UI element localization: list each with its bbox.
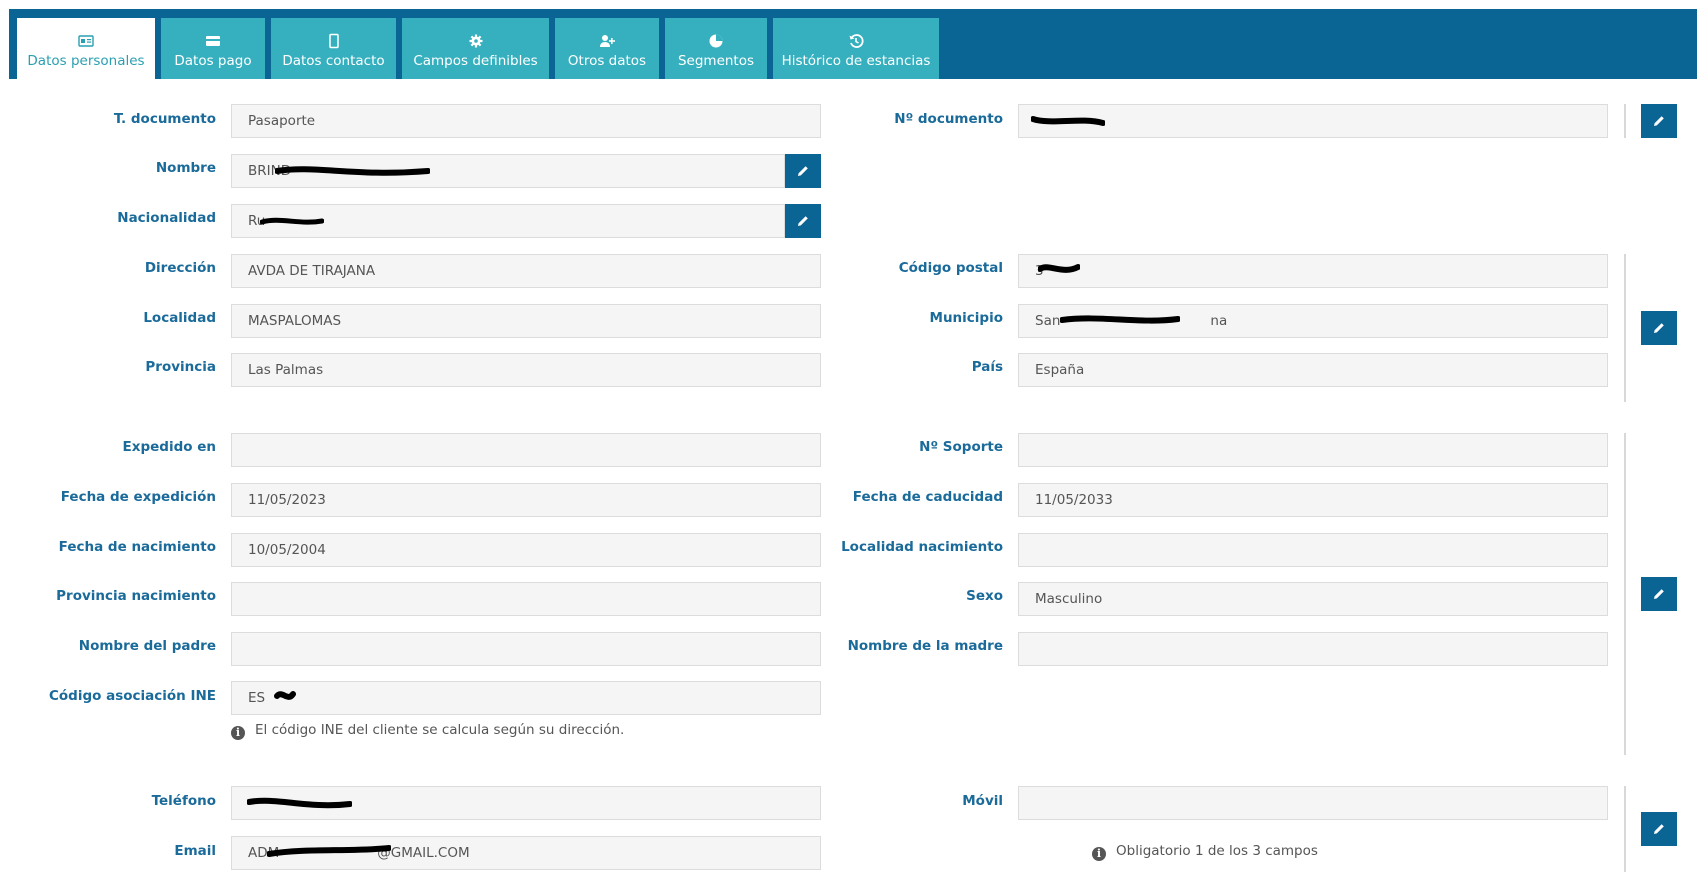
tab-label: Campos definibles — [413, 53, 538, 69]
label-nombre-padre: Nombre del padre — [78, 638, 216, 654]
tab-datos-contacto[interactable]: Datos contacto — [271, 18, 396, 79]
label-localidad-nacimiento: Localidad nacimiento — [841, 539, 1003, 555]
tab-otros-datos[interactable]: Otros datos — [555, 18, 659, 79]
label-nombre: Nombre — [155, 160, 216, 176]
field-localidad[interactable]: MASPALOMAS — [231, 304, 821, 338]
edit-datos-documento-button[interactable] — [1641, 577, 1677, 611]
pencil-icon — [1654, 589, 1664, 599]
edit-documento-button[interactable] — [1641, 104, 1677, 138]
label-municipio: Municipio — [929, 310, 1003, 326]
label-fecha-expedicion: Fecha de expedición — [60, 489, 216, 505]
redaction-mark — [247, 797, 352, 809]
edit-nacionalidad-button[interactable] — [785, 204, 821, 238]
edit-direccion-button[interactable] — [1641, 311, 1677, 345]
tab-label: Otros datos — [567, 53, 647, 69]
label-t-documento: T. documento — [113, 111, 216, 127]
label-telefono: Teléfono — [151, 793, 216, 809]
mobile-icon — [328, 33, 339, 49]
field-t-documento[interactable]: Pasaporte — [231, 104, 821, 138]
field-n-documento[interactable] — [1018, 104, 1608, 138]
field-expedido-en[interactable] — [231, 433, 821, 467]
label-nacionalidad: Nacionalidad — [117, 210, 216, 226]
label-expedido-en: Expedido en — [122, 439, 216, 455]
label-fecha-caducidad: Fecha de caducidad — [852, 489, 1003, 505]
field-sexo[interactable]: Masculino — [1018, 582, 1608, 616]
field-codigo-ine[interactable]: ES — [231, 681, 821, 715]
pencil-icon — [798, 166, 808, 176]
field-pais[interactable]: España — [1018, 353, 1608, 387]
pencil-icon — [1654, 323, 1664, 333]
obligatorio-note: i Obligatorio 1 de los 3 campos — [1092, 843, 1318, 861]
redaction-mark — [274, 691, 296, 700]
tab-label: Histórico de estancias — [781, 53, 931, 69]
label-nombre-madre: Nombre de la madre — [847, 638, 1003, 654]
field-direccion[interactable]: AVDA DE TIRAJANA — [231, 254, 821, 288]
label-fecha-nacimiento: Fecha de nacimiento — [58, 539, 216, 555]
section-divider — [1624, 104, 1626, 138]
section-divider — [1624, 433, 1626, 755]
tab-segmentos[interactable]: Segmentos — [665, 18, 767, 79]
section-divider — [1624, 254, 1626, 402]
tab-datos-pago[interactable]: Datos pago — [161, 18, 265, 79]
obligatorio-note-text: Obligatorio 1 de los 3 campos — [1116, 843, 1318, 859]
ine-note-text: El código INE del cliente se calcula seg… — [255, 722, 625, 738]
field-fecha-expedicion[interactable]: 11/05/2023 — [231, 483, 821, 517]
tab-historico-estancias[interactable]: Histórico de estancias — [773, 18, 939, 79]
redaction-mark — [1038, 264, 1080, 273]
label-n-soporte: Nº Soporte — [919, 439, 1003, 455]
label-email: Email — [174, 843, 216, 859]
pencil-icon — [1654, 824, 1664, 834]
label-codigo-ine: Código asociación INE — [48, 688, 216, 704]
field-codigo-postal[interactable]: 3 — [1018, 254, 1608, 288]
label-provincia-nacimiento: Provincia nacimiento — [56, 588, 216, 604]
field-provincia[interactable]: Las Palmas — [231, 353, 821, 387]
pie-chart-icon — [709, 34, 723, 48]
tab-label: Datos personales — [27, 53, 145, 69]
section-divider — [1624, 786, 1626, 872]
redaction-mark — [267, 845, 391, 857]
field-nombre-madre[interactable] — [1018, 632, 1608, 666]
credit-card-icon — [206, 36, 220, 46]
label-pais: País — [971, 359, 1003, 375]
municipio-value-start: San — [1035, 313, 1061, 329]
pencil-icon — [1654, 116, 1664, 126]
field-provincia-nacimiento[interactable] — [231, 582, 821, 616]
tab-label: Datos contacto — [282, 53, 385, 69]
redaction-mark — [1060, 315, 1180, 324]
label-n-documento: Nº documento — [894, 111, 1003, 127]
id-card-icon — [78, 35, 94, 47]
redaction-mark — [1031, 116, 1105, 126]
field-n-soporte[interactable] — [1018, 433, 1608, 467]
tab-datos-personales[interactable]: Datos personales — [17, 18, 155, 80]
history-icon — [849, 34, 864, 48]
edit-nombre-button[interactable] — [785, 154, 821, 188]
label-sexo: Sexo — [966, 588, 1003, 604]
label-provincia: Provincia — [145, 359, 216, 375]
label-direccion: Dirección — [144, 260, 216, 276]
field-movil[interactable] — [1018, 786, 1608, 820]
info-icon: i — [231, 726, 245, 740]
field-nombre-padre[interactable] — [231, 632, 821, 666]
field-fecha-caducidad[interactable]: 11/05/2033 — [1018, 483, 1608, 517]
gear-icon — [469, 34, 482, 48]
email-value-end: @GMAIL.COM — [377, 845, 470, 861]
tab-campos-definibles[interactable]: Campos definibles — [402, 18, 549, 79]
pencil-icon — [798, 216, 808, 226]
edit-contacto-button[interactable] — [1641, 812, 1677, 846]
label-localidad: Localidad — [143, 310, 216, 326]
label-movil: Móvil — [962, 793, 1003, 809]
info-icon: i — [1092, 847, 1106, 861]
field-localidad-nacimiento[interactable] — [1018, 533, 1608, 567]
tab-label: Datos pago — [174, 53, 252, 69]
ine-note: i El código INE del cliente se calcula se… — [231, 722, 624, 740]
tab-label: Segmentos — [677, 53, 755, 69]
redaction-mark — [260, 217, 324, 225]
label-codigo-postal: Código postal — [898, 260, 1003, 276]
redaction-mark — [275, 166, 430, 176]
user-plus-icon — [600, 35, 615, 47]
field-fecha-nacimiento[interactable]: 10/05/2004 — [231, 533, 821, 567]
municipio-value-end: na — [1210, 313, 1228, 329]
